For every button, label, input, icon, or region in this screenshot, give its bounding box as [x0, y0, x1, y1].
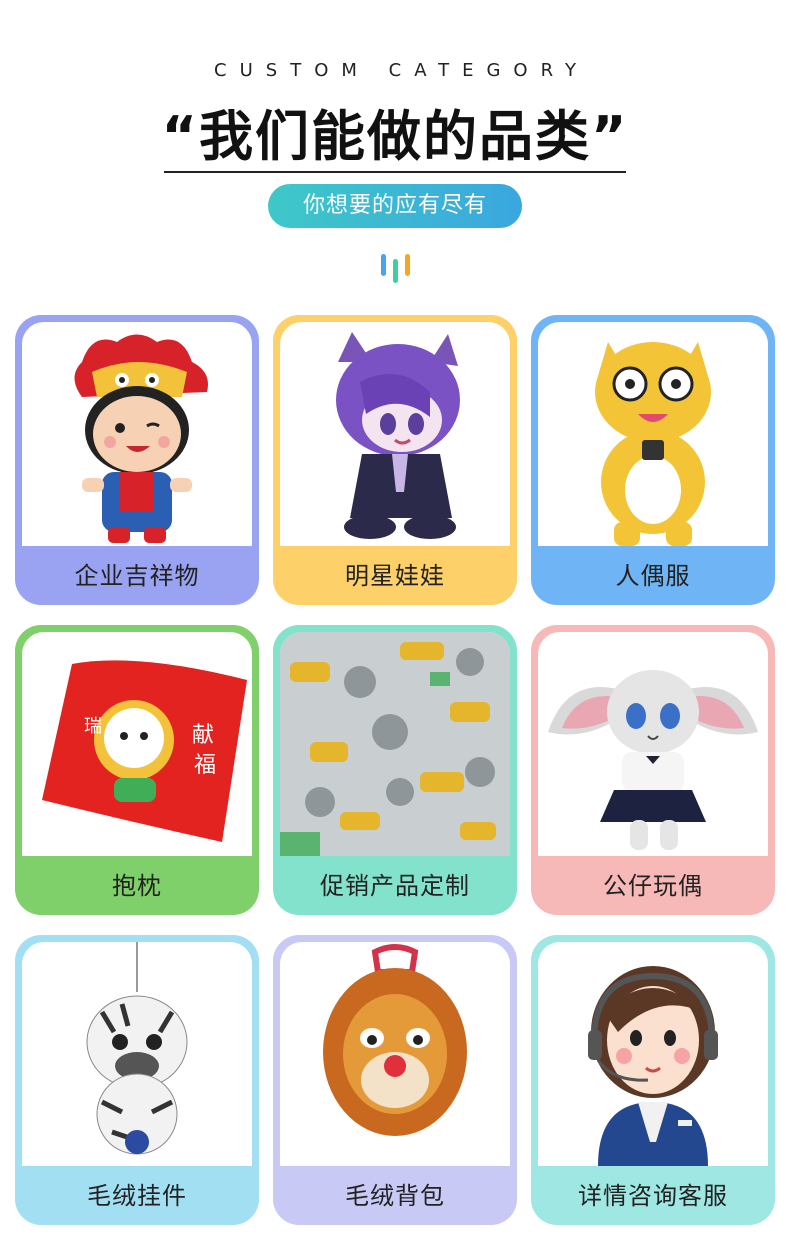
lion-backpack-image: [280, 942, 510, 1166]
svg-text:献: 献: [192, 723, 214, 748]
category-label: 毛绒背包: [345, 1182, 445, 1210]
category-label: 人偶服: [615, 562, 691, 590]
pillow-image: 瑞 献 福: [22, 632, 252, 856]
category-card-mascot[interactable]: 企业吉祥物: [15, 315, 259, 605]
category-card-idol-doll[interactable]: 明星娃娃: [273, 315, 517, 605]
page-title: “我们能做的品类”: [161, 105, 629, 168]
category-label: 毛绒挂件: [87, 1182, 187, 1210]
costume-image: [538, 322, 768, 546]
bunny-doll-image: [538, 632, 768, 856]
category-card-backpack[interactable]: 毛绒背包: [273, 935, 517, 1225]
svg-text:瑞: 瑞: [84, 716, 102, 737]
header: CUSTOM CATEGORY “我们能做的品类” 你想要的应有尽有: [0, 0, 790, 300]
mascot-doll-image: [22, 322, 252, 546]
promotional-products-image: [280, 632, 510, 856]
category-label: 详情咨询客服: [578, 1182, 728, 1210]
category-card-plush-doll[interactable]: 公仔玩偶: [531, 625, 775, 915]
idol-doll-image: [280, 322, 510, 546]
category-label: 明星娃娃: [345, 562, 445, 590]
title-underline: [164, 171, 626, 173]
zebra-pendant-image: [22, 942, 252, 1166]
category-card-pillow[interactable]: 瑞 献 福 抱枕: [15, 625, 259, 915]
subtitle-english: CUSTOM CATEGORY: [214, 60, 589, 81]
svg-text:福: 福: [194, 753, 216, 778]
category-label: 抱枕: [112, 872, 162, 900]
category-label: 公仔玩偶: [603, 872, 703, 900]
category-card-pendant[interactable]: 毛绒挂件: [15, 935, 259, 1225]
customer-service-image: [538, 942, 768, 1166]
category-card-customer-service[interactable]: 详情咨询客服: [531, 935, 775, 1225]
category-card-promotional[interactable]: 促销产品定制: [273, 625, 517, 915]
decorative-bars-icon: [378, 250, 414, 286]
category-card-costume[interactable]: 人偶服: [531, 315, 775, 605]
tagline-pill: 你想要的应有尽有: [268, 184, 522, 228]
category-label: 促销产品定制: [320, 872, 470, 900]
category-label: 企业吉祥物: [74, 562, 200, 590]
